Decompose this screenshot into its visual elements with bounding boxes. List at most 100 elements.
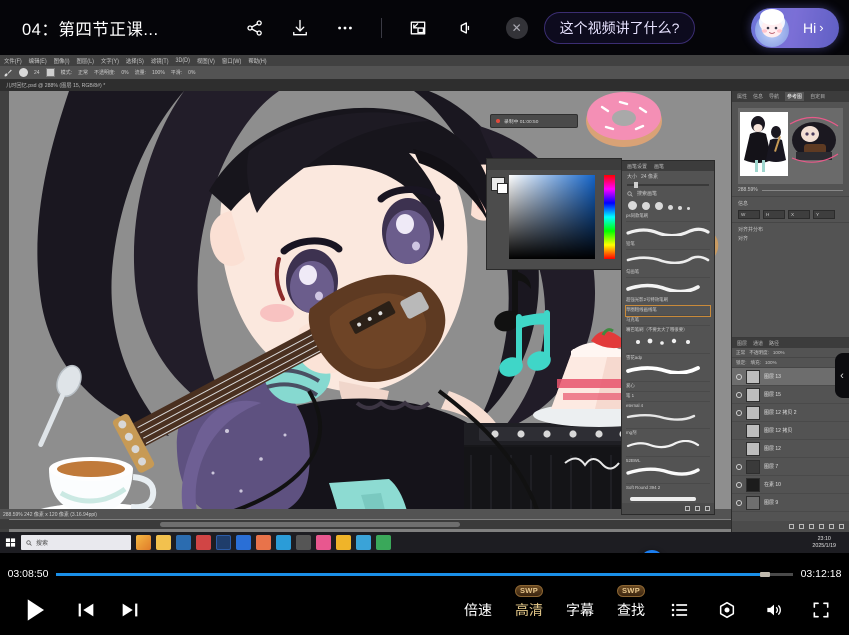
eye-icon[interactable] <box>736 464 742 470</box>
eye-icon[interactable] <box>736 392 742 398</box>
menu-file[interactable]: 文件(F) <box>4 56 22 65</box>
download-icon[interactable] <box>287 15 313 41</box>
taskbar-app-icon[interactable] <box>136 535 151 550</box>
taskbar-app7-icon[interactable] <box>356 535 371 550</box>
brush-list[interactable]: ps同款笔刷 铅笔 勾画笔 <box>622 212 714 511</box>
delete-layer-icon[interactable] <box>839 524 844 529</box>
fullscreen-icon[interactable] <box>809 598 833 622</box>
tab-navigator[interactable]: 导航 <box>769 93 779 100</box>
previous-button[interactable] <box>74 598 98 622</box>
brush-size-presets[interactable] <box>622 199 714 212</box>
ai-question-button[interactable]: 这个视频讲了什么? <box>544 12 696 44</box>
list-item[interactable]: 雪花adp <box>626 354 710 382</box>
taskbar-app2-icon[interactable] <box>196 535 211 550</box>
playlist-icon[interactable] <box>668 598 692 622</box>
video-viewport[interactable]: 文件(F) 编辑(E) 图像(I) 图层(L) 文字(Y) 选择(S) 滤镜(T… <box>0 55 849 553</box>
taskbar-search-input[interactable]: 搜索 <box>21 535 131 550</box>
eye-icon[interactable] <box>736 374 742 380</box>
taskbar-app3-icon[interactable] <box>236 535 251 550</box>
field-height[interactable]: H <box>763 210 785 219</box>
list-item[interactable]: 超强光影2号特效笔刷 <box>626 278 710 306</box>
play-button[interactable] <box>18 594 50 626</box>
smoothing-value[interactable]: 0% <box>188 70 195 76</box>
layers-fill-value[interactable]: 100% <box>765 360 777 365</box>
tab-custom[interactable]: 自定目 <box>810 93 825 100</box>
brush-size-slider[interactable] <box>627 184 709 186</box>
taskbar-app5-icon[interactable] <box>296 535 311 550</box>
list-item[interactable]: 勾画笔 <box>626 250 710 278</box>
list-item[interactable]: 爱心 <box>626 382 710 392</box>
table-row[interactable]: 图层 12 <box>732 440 849 458</box>
eye-icon[interactable] <box>736 410 742 416</box>
progress-slider[interactable] <box>56 573 793 576</box>
taskbar-app4-icon[interactable] <box>256 535 271 550</box>
table-row[interactable]: 图层 7 <box>732 458 849 476</box>
eye-icon[interactable] <box>736 500 742 506</box>
table-row[interactable]: 图层 12 拷贝 2 <box>732 404 849 422</box>
new-brush-group-icon[interactable] <box>695 506 700 511</box>
tab-reference[interactable]: 参考图 <box>785 92 804 101</box>
speed-button[interactable]: 倍速 <box>464 600 492 620</box>
canvas-horizontal-scrollbar[interactable] <box>0 520 731 529</box>
tab-brush-settings[interactable]: 画笔设置 <box>627 163 647 170</box>
table-row[interactable]: 在素 10 <box>732 476 849 494</box>
mode-value[interactable]: 正常 <box>78 69 88 76</box>
field-width[interactable]: W <box>738 210 760 219</box>
list-item[interactable]: 马克笔 <box>626 316 710 326</box>
field-x[interactable]: X <box>788 210 810 219</box>
color-field[interactable] <box>509 175 595 259</box>
background-color-swatch[interactable] <box>497 183 508 194</box>
subtitle-button[interactable]: 字幕 <box>566 600 594 620</box>
menu-view[interactable]: 视图(V) <box>197 56 215 65</box>
taskbar-photoshop-icon[interactable] <box>216 535 231 550</box>
layer-mask-icon[interactable] <box>809 524 814 529</box>
table-row[interactable]: 图层 9 <box>732 494 849 512</box>
flow-value[interactable]: 100% <box>152 70 165 76</box>
tab-channels[interactable]: 通道 <box>753 340 763 347</box>
table-row[interactable]: 图层 13 <box>732 368 849 386</box>
brush-search-row[interactable]: 搜索画笔 <box>622 188 714 199</box>
tab-brushes[interactable]: 画笔 <box>654 163 664 170</box>
list-item-selected[interactable]: 草圈粗线画线笔 <box>626 306 710 316</box>
menu-help[interactable]: 帮助(H) <box>248 56 266 65</box>
list-item[interactable]: 嘴巴笔刷（不要太大了哦很要） <box>626 326 710 354</box>
cast-icon[interactable] <box>450 15 476 41</box>
picture-in-picture-icon[interactable] <box>405 15 431 41</box>
layers-blend-mode[interactable]: 正常 <box>736 350 745 356</box>
progress-handle[interactable] <box>760 572 770 577</box>
search-button[interactable]: SWP 查找 <box>617 600 645 620</box>
list-item[interactable]: eternal 4 <box>626 402 710 429</box>
taskbar-edge-icon[interactable] <box>276 535 291 550</box>
eye-icon[interactable] <box>736 482 742 488</box>
quality-button[interactable]: SWP 高清 <box>515 600 543 620</box>
menu-window[interactable]: 窗口(W) <box>222 56 241 65</box>
avatar-assistant-button[interactable]: Hi › <box>751 8 839 48</box>
table-row[interactable]: 图层 12 拷贝 <box>732 422 849 440</box>
ps-document-tab[interactable]: 儿时回忆.psd @ 288% (图层 15, RGB/8#) * <box>0 80 849 91</box>
list-item[interactable]: mg剂 <box>626 429 710 457</box>
brush-preview[interactable] <box>19 68 28 77</box>
tab-layers[interactable]: 图层 <box>737 340 747 347</box>
reference-image-thumbnails[interactable] <box>738 108 843 184</box>
taskbar-clock[interactable]: 23:10 2025/1/19 <box>812 536 844 549</box>
list-item[interactable]: 笔 1 <box>626 392 710 402</box>
table-row[interactable]: 图层 15 <box>732 386 849 404</box>
menu-type[interactable]: 文字(Y) <box>101 56 119 65</box>
layers-opacity-value[interactable]: 100% <box>773 350 785 355</box>
menu-edit[interactable]: 编辑(E) <box>29 56 47 65</box>
field-y[interactable]: Y <box>813 210 835 219</box>
eye-icon[interactable] <box>736 446 742 452</box>
taskbar-app6-icon[interactable] <box>316 535 331 550</box>
eye-icon[interactable] <box>736 428 742 434</box>
link-layers-icon[interactable] <box>789 524 794 529</box>
next-button[interactable] <box>118 598 142 622</box>
layer-style-icon[interactable] <box>799 524 804 529</box>
close-button[interactable]: ✕ <box>506 17 528 39</box>
tab-info[interactable]: 信息 <box>753 93 763 100</box>
opacity-value[interactable]: 0% <box>121 70 128 76</box>
menu-3d[interactable]: 3D(D) <box>176 57 190 64</box>
new-brush-icon[interactable] <box>685 506 690 511</box>
delete-brush-icon[interactable] <box>705 506 710 511</box>
reference-zoom-control[interactable]: 288.59% <box>732 184 849 196</box>
tab-properties[interactable]: 属性 <box>737 93 747 100</box>
